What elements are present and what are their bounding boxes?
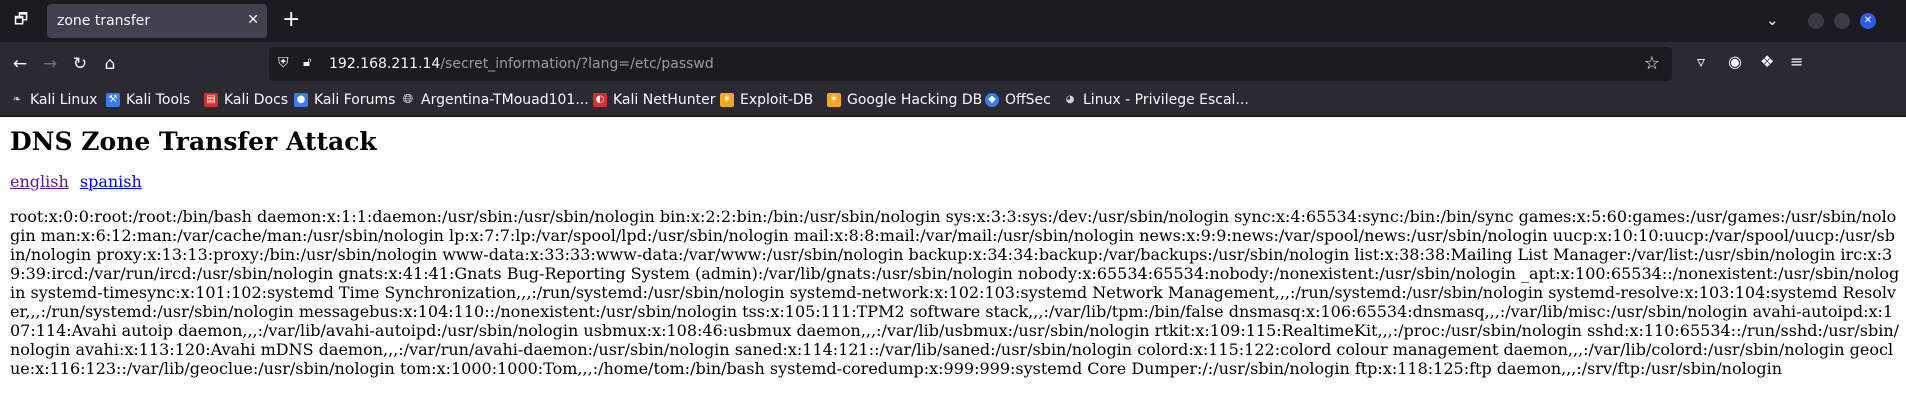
bookmark-offsec[interactable]: ◆ OffSec	[985, 92, 1051, 108]
url-path: /secret_information/?lang=/etc/passwd	[440, 56, 714, 72]
tux-icon: ◕	[1065, 94, 1075, 105]
back-icon[interactable]: ←	[8, 52, 32, 76]
bookmark-label: Kali Linux	[30, 92, 98, 108]
bookmark-ghdb[interactable]: ✶ Google Hacking DB	[827, 92, 982, 108]
bookmark-label: Linux - Privilege Escal...	[1083, 92, 1249, 108]
tab-zone-transfer[interactable]: zone transfer ✕	[47, 4, 267, 38]
bookmark-label: Google Hacking DB	[847, 92, 983, 108]
nethunter-icon: ◐	[593, 93, 607, 107]
close-window-icon[interactable]: ✕	[1860, 13, 1876, 29]
spanish-link[interactable]: spanish	[80, 172, 142, 191]
new-tab-icon[interactable]: +	[282, 8, 300, 32]
bookmark-label: Kali Forums	[314, 92, 396, 108]
account-icon[interactable]: ◉	[1728, 52, 1742, 71]
ghdb-icon: ✶	[827, 93, 841, 107]
bookmark-star-icon[interactable]: ☆	[1644, 53, 1660, 74]
bookmark-kali-forums[interactable]: ● Kali Forums	[294, 92, 395, 108]
tab-bar: 🗗 zone transfer ✕ + ⌄ ✕	[0, 0, 1906, 42]
bookmark-label: Argentina-TMouad101...	[421, 92, 589, 108]
bookmark-label: Kali Tools	[126, 92, 191, 108]
bookmark-label: OffSec	[1005, 92, 1051, 108]
close-icon[interactable]: ✕	[247, 10, 259, 30]
page-content: DNS Zone Transfer Attack english spanish…	[0, 127, 1906, 378]
offsec-icon: ◆	[985, 93, 999, 107]
maximize-icon[interactable]	[1834, 13, 1850, 29]
kali-forums-icon: ●	[294, 93, 308, 107]
forward-icon[interactable]: →	[38, 52, 62, 76]
bookmark-label: Kali Docs	[224, 92, 289, 108]
menu-icon[interactable]: ≡	[1790, 52, 1803, 71]
minimize-icon[interactable]	[1808, 13, 1824, 29]
url-host: 192.168.211.14	[329, 56, 441, 72]
bookmark-label: Exploit-DB	[740, 92, 814, 108]
bookmark-label: Kali NetHunter	[613, 92, 716, 108]
chevron-down-icon[interactable]: ⌄	[1766, 11, 1779, 29]
bookmarks-toolbar: ❧ Kali Linux ⚒ Kali Tools ▤ Kali Docs ● Kali…	[0, 86, 1906, 117]
kali-tools-icon: ⚒	[106, 93, 120, 107]
passwd-output: root:x:0:0:root:/root:/bin/bash daemon:x…	[10, 207, 1900, 378]
bookmark-kali-linux[interactable]: ❧ Kali Linux	[10, 92, 98, 108]
language-links: english spanish	[10, 172, 1896, 191]
shield-icon[interactable]: ⛨	[278, 55, 289, 71]
extensions-icon[interactable]: ❖	[1760, 52, 1774, 71]
bookmark-kali-tools[interactable]: ⚒ Kali Tools	[106, 92, 190, 108]
kali-docs-icon: ▤	[204, 93, 218, 107]
tab-title: zone transfer	[57, 13, 151, 29]
globe-icon: 🌐︎	[402, 92, 414, 107]
bookmark-exploit-db[interactable]: ✶ Exploit-DB	[720, 92, 813, 108]
address-bar[interactable]: ⛨ 🔓︎ 192.168.211.14/secret_information/?…	[269, 47, 1672, 81]
bookmark-linux-privesc[interactable]: ◕ Linux - Privilege Escal...	[1063, 92, 1249, 108]
home-icon[interactable]: ⌂	[98, 52, 122, 76]
nav-bar: ← → ↻ ⌂ ⛨ 🔓︎ 192.168.211.14/secret_infor…	[0, 42, 1906, 86]
url-text[interactable]: 192.168.211.14/secret_information/?lang=…	[329, 56, 714, 72]
bookmark-kali-docs[interactable]: ▤ Kali Docs	[204, 92, 288, 108]
exploitdb-icon: ✶	[720, 93, 734, 107]
tab-list-icon[interactable]: 🗗	[8, 10, 34, 32]
page-title: DNS Zone Transfer Attack	[10, 127, 377, 156]
reload-icon[interactable]: ↻	[68, 52, 92, 76]
english-link[interactable]: english	[10, 172, 69, 191]
bookmark-kali-nethunter[interactable]: ◐ Kali NetHunter	[593, 92, 715, 108]
lock-icon[interactable]: 🔓︎	[303, 55, 311, 70]
pocket-icon[interactable]: ▿	[1697, 52, 1705, 71]
kali-dragon-icon: ❧	[12, 94, 22, 105]
bookmark-argentina[interactable]: 🌐︎ Argentina-TMouad101...	[401, 92, 589, 108]
